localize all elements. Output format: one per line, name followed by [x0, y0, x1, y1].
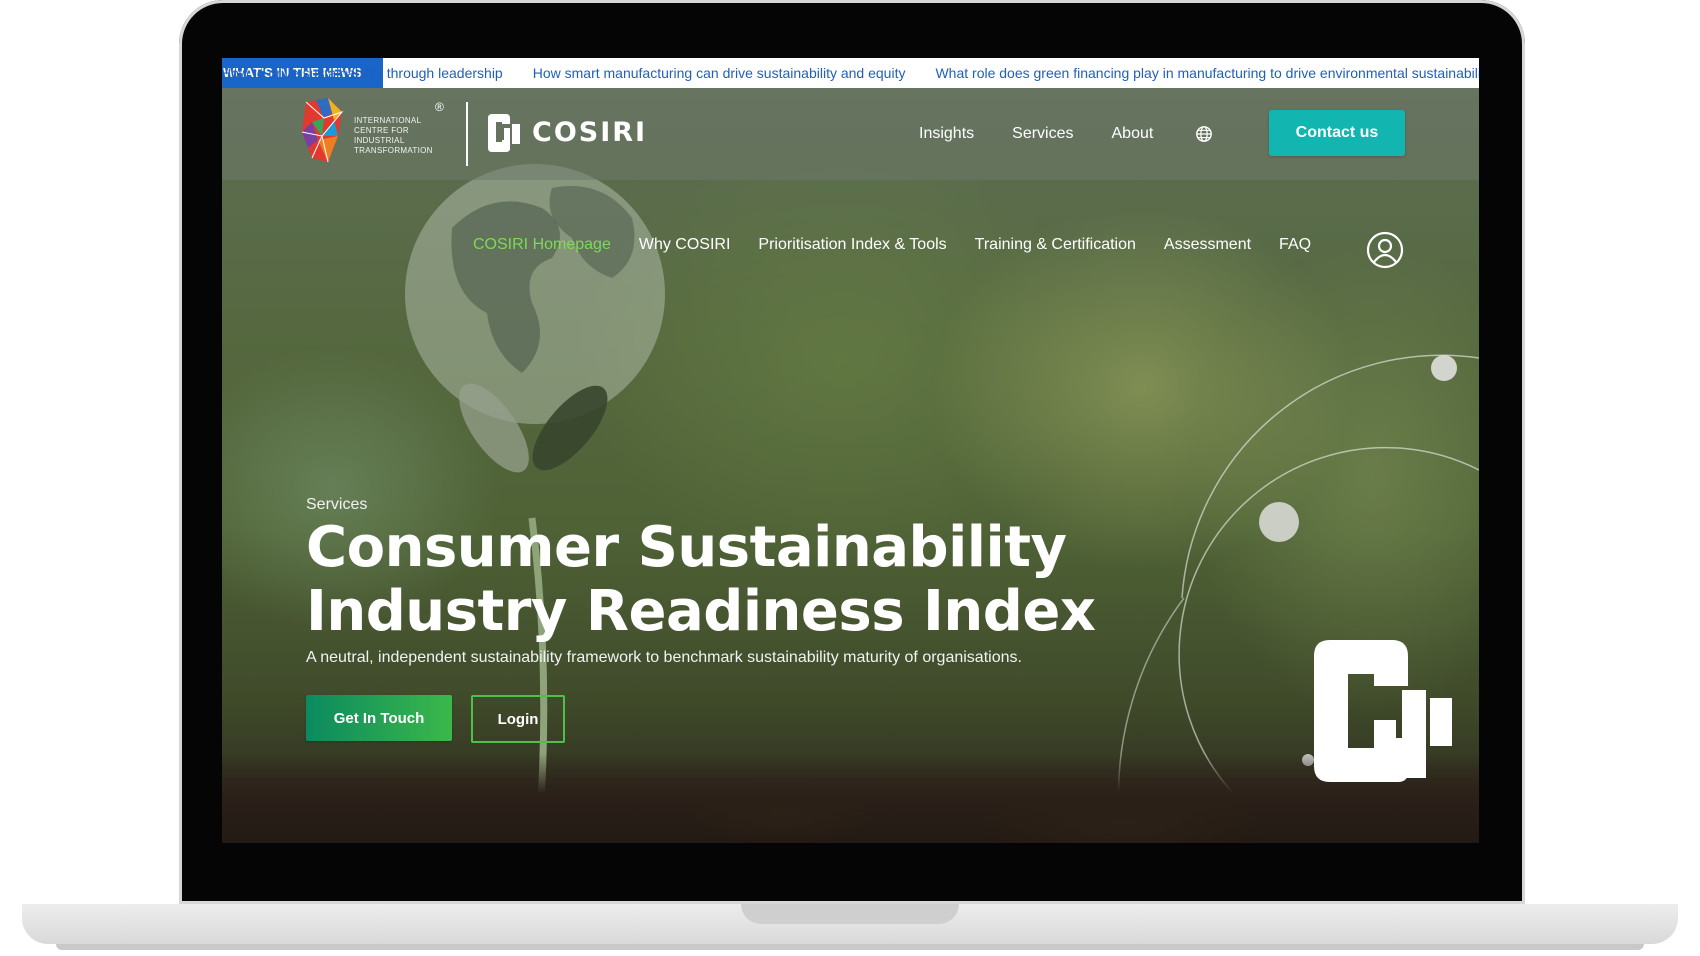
- sub-nav-faq[interactable]: FAQ: [1279, 236, 1311, 254]
- registered-mark: ®: [435, 100, 444, 114]
- globe-icon[interactable]: [1195, 125, 1213, 143]
- nav-insights[interactable]: Insights: [919, 125, 974, 143]
- laptop-base-shadow: [56, 944, 1644, 950]
- news-ticker: WHAT'S IN THE NEWS How to drive sustaina…: [222, 58, 1479, 88]
- icit-logo-text: INTERNATIONAL CENTRE FOR INDUSTRIAL TRAN…: [354, 116, 433, 155]
- contact-us-button[interactable]: Contact us: [1269, 110, 1405, 156]
- sub-nav-prioritisation-index[interactable]: Prioritisation Index & Tools: [758, 236, 946, 254]
- ticker-item[interactable]: What role does green financing play in m…: [935, 65, 1479, 81]
- sub-nav-assessment[interactable]: Assessment: [1164, 236, 1251, 254]
- laptop-notch: [741, 904, 959, 924]
- login-button[interactable]: Login: [471, 695, 565, 743]
- sub-nav-why-cosiri[interactable]: Why COSIRI: [639, 236, 731, 254]
- cosiri-sub-nav: COSIRI Homepage Why COSIRI Prioritisatio…: [473, 236, 1339, 254]
- top-header: INTERNATIONAL CENTRE FOR INDUSTRIAL TRAN…: [222, 88, 1479, 180]
- icit-logo-icon: [301, 98, 344, 163]
- soil-band: [222, 753, 1479, 843]
- hero-title: Consumer Sustainability Industry Readine…: [306, 515, 1096, 644]
- nav-services[interactable]: Services: [1012, 125, 1073, 143]
- sub-nav-cosiri-homepage[interactable]: COSIRI Homepage: [473, 236, 611, 254]
- top-nav: Insights Services About: [919, 88, 1253, 180]
- ticker-items: How to drive sustainability through lead…: [222, 65, 1479, 81]
- icit-logo[interactable]: INTERNATIONAL CENTRE FOR INDUSTRIAL TRAN…: [298, 96, 448, 172]
- cosiri-large-logo-icon: [1314, 640, 1452, 782]
- cosiri-logo-icon: [488, 114, 520, 152]
- hero-eyebrow: Services: [306, 496, 368, 513]
- ticker-item[interactable]: How smart manufacturing can drive sustai…: [533, 65, 906, 81]
- browser-screen: WHAT'S IN THE NEWS How to drive sustaina…: [222, 58, 1479, 843]
- brand-name: COSIRI: [532, 116, 648, 148]
- sub-nav-training-certification[interactable]: Training & Certification: [975, 236, 1136, 254]
- user-account-icon[interactable]: [1366, 231, 1404, 269]
- get-in-touch-button[interactable]: Get In Touch: [306, 695, 452, 741]
- cosiri-logo[interactable]: COSIRI: [484, 110, 647, 154]
- nav-about[interactable]: About: [1112, 125, 1154, 143]
- ticker-item[interactable]: How to drive sustainability through lead…: [222, 65, 503, 81]
- logo-divider: [466, 102, 468, 166]
- hero-subtitle: A neutral, independent sustainability fr…: [306, 649, 1022, 666]
